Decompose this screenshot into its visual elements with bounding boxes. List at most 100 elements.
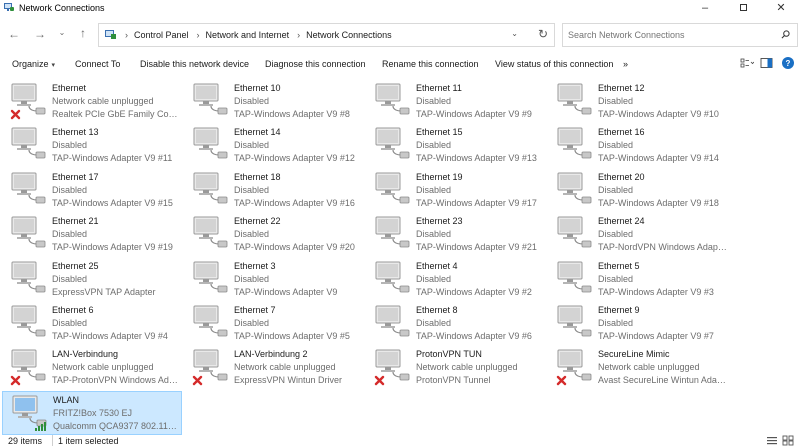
connection-item[interactable]: Ethernet 15 Disabled TAP-Windows Adapter V… xyxy=(366,124,546,168)
forward-arrow-icon[interactable]: → xyxy=(32,27,48,41)
connection-status: Disabled xyxy=(52,229,88,240)
connect-to-button[interactable]: Connect To xyxy=(75,59,120,69)
connection-item[interactable]: Ethernet 23 Disabled TAP-Windows Adapter V… xyxy=(366,213,546,257)
connection-item[interactable]: Ethernet 5 Disabled TAP-Windows Adapter V9… xyxy=(548,258,728,302)
network-connections-icon xyxy=(4,3,14,12)
connection-item[interactable]: Ethernet 21 Disabled TAP-Windows Adapter V… xyxy=(2,213,182,257)
network-adapter-unplugged-icon xyxy=(374,348,412,388)
address-bar[interactable]: › Control Panel › Network and Internet ›… xyxy=(98,23,555,47)
address-dropdown-icon[interactable]: ⌄ xyxy=(511,29,518,38)
minimize-button[interactable]: – xyxy=(686,0,724,15)
connection-item[interactable]: Ethernet 24 Disabled TAP-NordVPN Windows A… xyxy=(548,213,728,257)
large-icons-view-icon[interactable] xyxy=(782,435,794,446)
connection-text: Ethernet 22 Disabled TAP-Windows Adapter V… xyxy=(234,215,364,257)
connection-text: Ethernet 3 Disabled TAP-Windows Adapter V9 xyxy=(234,260,364,302)
connection-item[interactable]: LAN-Verbindung Network cable unplugged TAP… xyxy=(2,346,182,390)
connection-item[interactable]: Ethernet 3 Disabled TAP-Windows Adapter V9 xyxy=(184,258,364,302)
connection-item[interactable]: Ethernet 19 Disabled TAP-Windows Adapter V… xyxy=(366,169,546,213)
item-count: 29 items xyxy=(8,436,43,446)
connection-item[interactable]: SecureLine Mimic Network cable unplugged A… xyxy=(548,346,728,390)
status-divider xyxy=(52,435,53,446)
connection-item[interactable]: Ethernet 10 Disabled TAP-Windows Adapter V… xyxy=(184,80,364,124)
connection-name: SecureLine Mimic xyxy=(598,349,670,360)
search-box[interactable] xyxy=(562,23,798,47)
organize-label: Organize xyxy=(12,59,49,69)
rename-button[interactable]: Rename this connection xyxy=(382,59,479,69)
connection-status: FRITZ!Box 7530 EJ xyxy=(53,407,133,418)
network-adapter-disabled-icon xyxy=(192,171,230,211)
view-status-button[interactable]: View status of this connection xyxy=(495,59,613,69)
details-view-icon[interactable] xyxy=(766,435,778,446)
connection-name: ProtonVPN TUN xyxy=(416,349,482,360)
connection-text: Ethernet 11 Disabled TAP-Windows Adapter V… xyxy=(416,82,546,124)
chevron-right-icon[interactable]: › xyxy=(297,30,300,40)
help-icon[interactable]: ? xyxy=(782,57,794,69)
network-adapter-disabled-icon xyxy=(556,82,594,122)
connection-item[interactable]: Ethernet 4 Disabled TAP-Windows Adapter V9… xyxy=(366,258,546,302)
connection-name: Ethernet 18 xyxy=(234,171,281,182)
connection-item[interactable]: ProtonVPN TUN Network cable unplugged Prot… xyxy=(366,346,546,390)
connection-device: TAP-ProtonVPN Windows Adapte... xyxy=(52,375,182,386)
organize-menu[interactable]: Organize ▾ xyxy=(12,59,55,69)
network-adapter-disabled-icon xyxy=(192,82,230,122)
connection-name: Ethernet 24 xyxy=(598,216,645,227)
recent-dropdown-icon[interactable]: ⌄ xyxy=(54,28,70,37)
breadcrumb-network-connections[interactable]: Network Connections xyxy=(306,30,392,40)
breadcrumb-control-panel[interactable]: Control Panel xyxy=(134,30,189,40)
connection-device: TAP-Windows Adapter V9 #5 xyxy=(234,331,350,341)
connection-item[interactable]: Ethernet 13 Disabled TAP-Windows Adapter V… xyxy=(2,124,182,168)
connection-item[interactable]: Ethernet 16 Disabled TAP-Windows Adapter V… xyxy=(548,124,728,168)
connection-item[interactable]: Ethernet 9 Disabled TAP-Windows Adapter V9… xyxy=(548,302,728,346)
network-adapter-disabled-icon xyxy=(556,304,594,344)
connection-status: Disabled xyxy=(234,184,270,195)
diagnose-button[interactable]: Diagnose this connection xyxy=(265,59,366,69)
connection-status: Disabled xyxy=(416,140,452,151)
connection-item[interactable]: Ethernet 8 Disabled TAP-Windows Adapter V9… xyxy=(366,302,546,346)
connection-device: TAP-Windows Adapter V9 #6 xyxy=(416,331,532,341)
back-arrow-icon[interactable]: ← xyxy=(6,27,22,41)
chevron-right-icon[interactable]: › xyxy=(125,30,128,40)
preview-pane-icon[interactable] xyxy=(760,57,774,69)
disable-device-button[interactable]: Disable this network device xyxy=(140,59,249,69)
connection-item[interactable]: Ethernet 18 Disabled TAP-Windows Adapter V… xyxy=(184,169,364,213)
connection-device: TAP-Windows Adapter V9 #2 xyxy=(416,286,532,297)
network-adapter-disabled-icon xyxy=(556,215,594,255)
connection-status: Disabled xyxy=(598,318,634,328)
connection-item[interactable]: Ethernet 6 Disabled TAP-Windows Adapter V9… xyxy=(2,302,182,346)
more-commands-button[interactable]: » xyxy=(623,59,628,69)
close-button[interactable]: ✕ xyxy=(762,0,800,15)
connection-item[interactable]: Ethernet 11 Disabled TAP-Windows Adapter V… xyxy=(366,80,546,124)
search-input[interactable] xyxy=(568,30,768,40)
maximize-button[interactable] xyxy=(724,0,762,15)
view-options-icon[interactable] xyxy=(740,57,754,69)
connection-item[interactable]: Ethernet 7 Disabled TAP-Windows Adapter V9… xyxy=(184,302,364,346)
connection-item[interactable]: Ethernet 22 Disabled TAP-Windows Adapter V… xyxy=(184,213,364,257)
connection-text: Ethernet 25 Disabled ExpressVPN TAP Adapte… xyxy=(52,260,182,302)
up-arrow-icon[interactable]: ↑ xyxy=(75,26,91,40)
network-adapter-disabled-icon xyxy=(10,215,48,255)
connection-item[interactable]: Ethernet 25 Disabled ExpressVPN TAP Adapte… xyxy=(2,258,182,302)
connection-text: SecureLine Mimic Network cable unplugged A… xyxy=(598,348,728,390)
connection-text: Ethernet 19 Disabled TAP-Windows Adapter V… xyxy=(416,171,546,213)
connection-item[interactable]: Ethernet 20 Disabled TAP-Windows Adapter V… xyxy=(548,169,728,213)
connection-status: Disabled xyxy=(416,184,452,195)
connection-name: Ethernet 16 xyxy=(598,127,645,138)
connection-item[interactable]: Ethernet 14 Disabled TAP-Windows Adapter V… xyxy=(184,124,364,168)
connection-item[interactable]: Ethernet 12 Disabled TAP-Windows Adapter V… xyxy=(548,80,728,124)
chevron-right-icon[interactable]: › xyxy=(197,30,200,40)
connection-name: Ethernet 15 xyxy=(416,127,463,138)
refresh-icon[interactable]: ↻ xyxy=(538,27,548,41)
connection-item[interactable]: WLAN FRITZ!Box 7530 EJ Qualcomm QCA9377 80… xyxy=(2,390,182,435)
connection-text: Ethernet 5 Disabled TAP-Windows Adapter V9… xyxy=(598,260,728,302)
connection-device: TAP-Windows Adapter V9 #18 xyxy=(598,197,719,208)
breadcrumb-network-internet[interactable]: Network and Internet xyxy=(206,30,290,40)
connection-item[interactable]: Ethernet Network cable unplugged Realtek P… xyxy=(2,80,182,124)
connection-device: TAP-Windows Adapter V9 #10 xyxy=(598,109,719,119)
selection-count: 1 item selected xyxy=(58,436,119,446)
search-icon[interactable] xyxy=(781,30,790,39)
network-adapter-disabled-icon xyxy=(192,260,230,300)
connection-status: Disabled xyxy=(598,140,634,151)
connection-item[interactable]: Ethernet 17 Disabled TAP-Windows Adapter V… xyxy=(2,169,182,213)
connection-item[interactable]: LAN-Verbindung 2 Network cable unplugged E… xyxy=(184,346,364,390)
connection-status: Network cable unplugged xyxy=(52,362,154,373)
